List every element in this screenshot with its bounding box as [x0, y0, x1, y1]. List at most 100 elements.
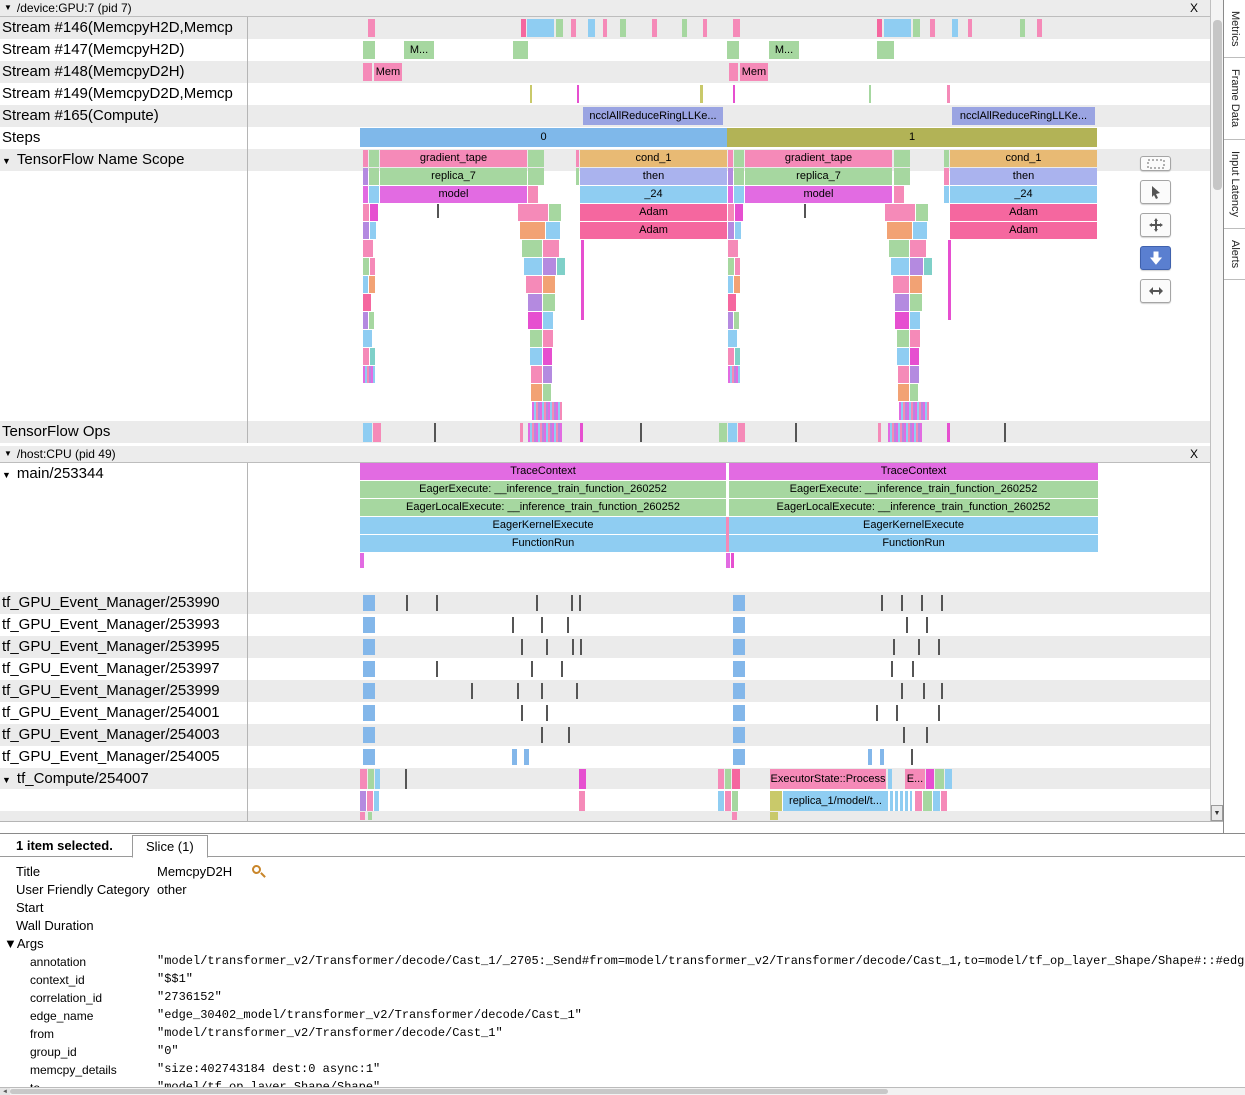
trace-event[interactable] [910, 384, 918, 401]
trace-event[interactable] [898, 366, 909, 383]
collapse-arrow-icon[interactable]: ▼ [4, 450, 12, 458]
trace-event[interactable] [368, 769, 374, 789]
trace-event[interactable] [363, 258, 369, 275]
trace-event[interactable] [363, 727, 375, 743]
trace-event[interactable] [729, 63, 738, 81]
side-tab-alerts[interactable]: Alerts [1224, 229, 1245, 280]
trace-event[interactable] [898, 384, 909, 401]
trace-event[interactable] [728, 330, 737, 347]
trace-event[interactable] [520, 222, 545, 239]
trace-event[interactable] [887, 222, 912, 239]
trace-event-model[interactable]: model [380, 186, 527, 203]
trace-event-ncclallreduceringllke[interactable]: ncclAllReduceRingLLKe... [952, 107, 1095, 125]
trace-event[interactable] [373, 423, 381, 442]
trace-event[interactable] [360, 812, 365, 820]
trace-event[interactable] [367, 791, 373, 811]
trace-event[interactable] [944, 186, 949, 203]
trace-event[interactable] [910, 294, 922, 311]
trace-tick[interactable] [926, 727, 928, 743]
trace-tick[interactable] [580, 639, 582, 655]
trace-event[interactable] [733, 683, 745, 699]
trace-event[interactable] [890, 791, 912, 811]
trace-tick[interactable] [795, 423, 797, 442]
trace-event[interactable] [734, 312, 739, 329]
trace-event[interactable] [877, 41, 894, 59]
trace-event[interactable] [363, 595, 375, 611]
vertical-scrollbar[interactable]: ▼ [1210, 0, 1223, 821]
trace-event[interactable] [576, 150, 579, 167]
trace-tick[interactable] [405, 769, 407, 789]
trace-event[interactable] [728, 276, 733, 293]
trace-event[interactable] [885, 204, 915, 221]
magnifier-icon[interactable] [252, 865, 261, 874]
trace-event[interactable] [732, 769, 740, 789]
trace-event[interactable] [891, 258, 909, 275]
trace-event[interactable] [877, 19, 882, 37]
trace-event[interactable] [726, 517, 729, 552]
trace-tick[interactable] [640, 423, 642, 442]
trace-event-cond-1[interactable]: cond_1 [580, 150, 727, 167]
trace-event[interactable] [884, 19, 911, 37]
trace-tick[interactable] [531, 661, 533, 677]
trace-event-m[interactable]: M... [404, 41, 434, 59]
trace-event[interactable] [532, 402, 562, 420]
trace-tick[interactable] [1004, 423, 1006, 442]
scroll-left-button[interactable]: ◄ [0, 1088, 10, 1095]
trace-event[interactable] [360, 791, 366, 811]
trace-event[interactable] [512, 749, 517, 765]
trace-event[interactable] [543, 294, 555, 311]
trace-event[interactable] [734, 168, 744, 185]
trace-event[interactable] [910, 312, 920, 329]
trace-event-mem[interactable]: Mem [374, 63, 402, 81]
trace-event[interactable] [557, 258, 565, 275]
trace-event-executorstate-process[interactable]: ExecutorState::Process [770, 769, 886, 789]
trace-tick[interactable] [926, 617, 928, 633]
trace-event[interactable] [528, 294, 542, 311]
trace-event[interactable] [733, 617, 745, 633]
trace-event[interactable] [370, 258, 375, 275]
trace-event[interactable] [518, 204, 548, 221]
trace-event[interactable] [888, 423, 922, 442]
trace-event[interactable] [363, 294, 371, 311]
trace-event[interactable] [577, 85, 579, 103]
trace-event[interactable] [369, 312, 374, 329]
trace-event-tracecontext[interactable]: TraceContext [729, 463, 1098, 480]
trace-event-gradient-tape[interactable]: gradient_tape [380, 150, 527, 167]
trace-tick[interactable] [572, 639, 574, 655]
trace-event[interactable] [897, 330, 909, 347]
trace-event[interactable] [733, 85, 735, 103]
trace-event[interactable] [527, 19, 554, 37]
trace-event[interactable] [700, 85, 703, 103]
trace-event[interactable] [728, 150, 733, 167]
trace-event-replica-1-model-t[interactable]: replica_1/model/t... [783, 791, 888, 811]
horizontal-scrollbar-thumb[interactable] [10, 1089, 888, 1094]
trace-event[interactable] [369, 168, 379, 185]
trace-tick[interactable] [434, 423, 436, 442]
trace-event[interactable] [363, 168, 368, 185]
trace-event[interactable] [944, 150, 949, 167]
trace-event[interactable] [733, 595, 745, 611]
trace-tick[interactable] [938, 639, 940, 655]
trace-event[interactable] [868, 749, 872, 765]
trace-event[interactable] [543, 312, 553, 329]
pan-tool-button[interactable] [1140, 213, 1171, 237]
trace-event[interactable] [913, 222, 927, 239]
trace-event-eagerlocalexecute-inference-train-function-260252[interactable]: EagerLocalExecute: __inference_train_fun… [360, 499, 726, 516]
trace-event[interactable] [363, 639, 375, 655]
trace-tick[interactable] [512, 617, 514, 633]
trace-event[interactable] [895, 312, 909, 329]
trace-event-adam[interactable]: Adam [950, 222, 1097, 239]
trace-event[interactable] [368, 812, 372, 820]
trace-event[interactable] [576, 168, 579, 185]
trace-event-functionrun[interactable]: FunctionRun [360, 535, 726, 552]
trace-event[interactable] [910, 366, 919, 383]
trace-event[interactable] [363, 683, 375, 699]
trace-event-24[interactable]: _24 [580, 186, 727, 203]
trace-event[interactable] [363, 276, 368, 293]
trace-event[interactable] [543, 276, 555, 293]
trace-tick[interactable] [521, 639, 523, 655]
trace-event[interactable] [370, 222, 376, 239]
trace-tick[interactable] [891, 661, 893, 677]
trace-tick[interactable] [923, 683, 925, 699]
trace-event-model[interactable]: model [745, 186, 892, 203]
